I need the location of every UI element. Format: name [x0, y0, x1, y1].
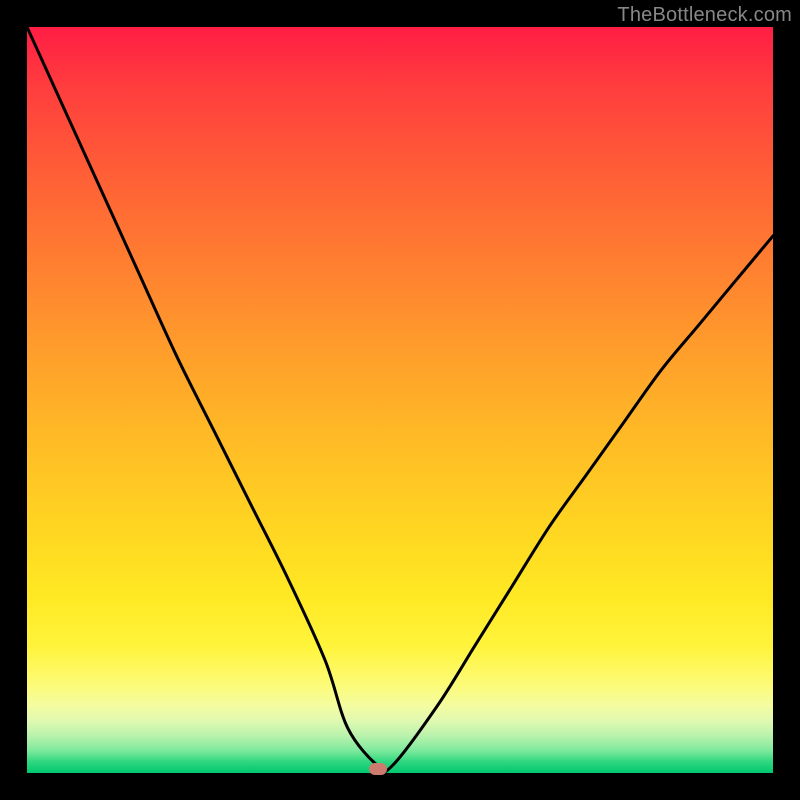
optimum-marker [369, 763, 387, 775]
chart-frame [27, 27, 773, 773]
bottleneck-curve [27, 27, 773, 773]
watermark-text: TheBottleneck.com [617, 4, 792, 27]
